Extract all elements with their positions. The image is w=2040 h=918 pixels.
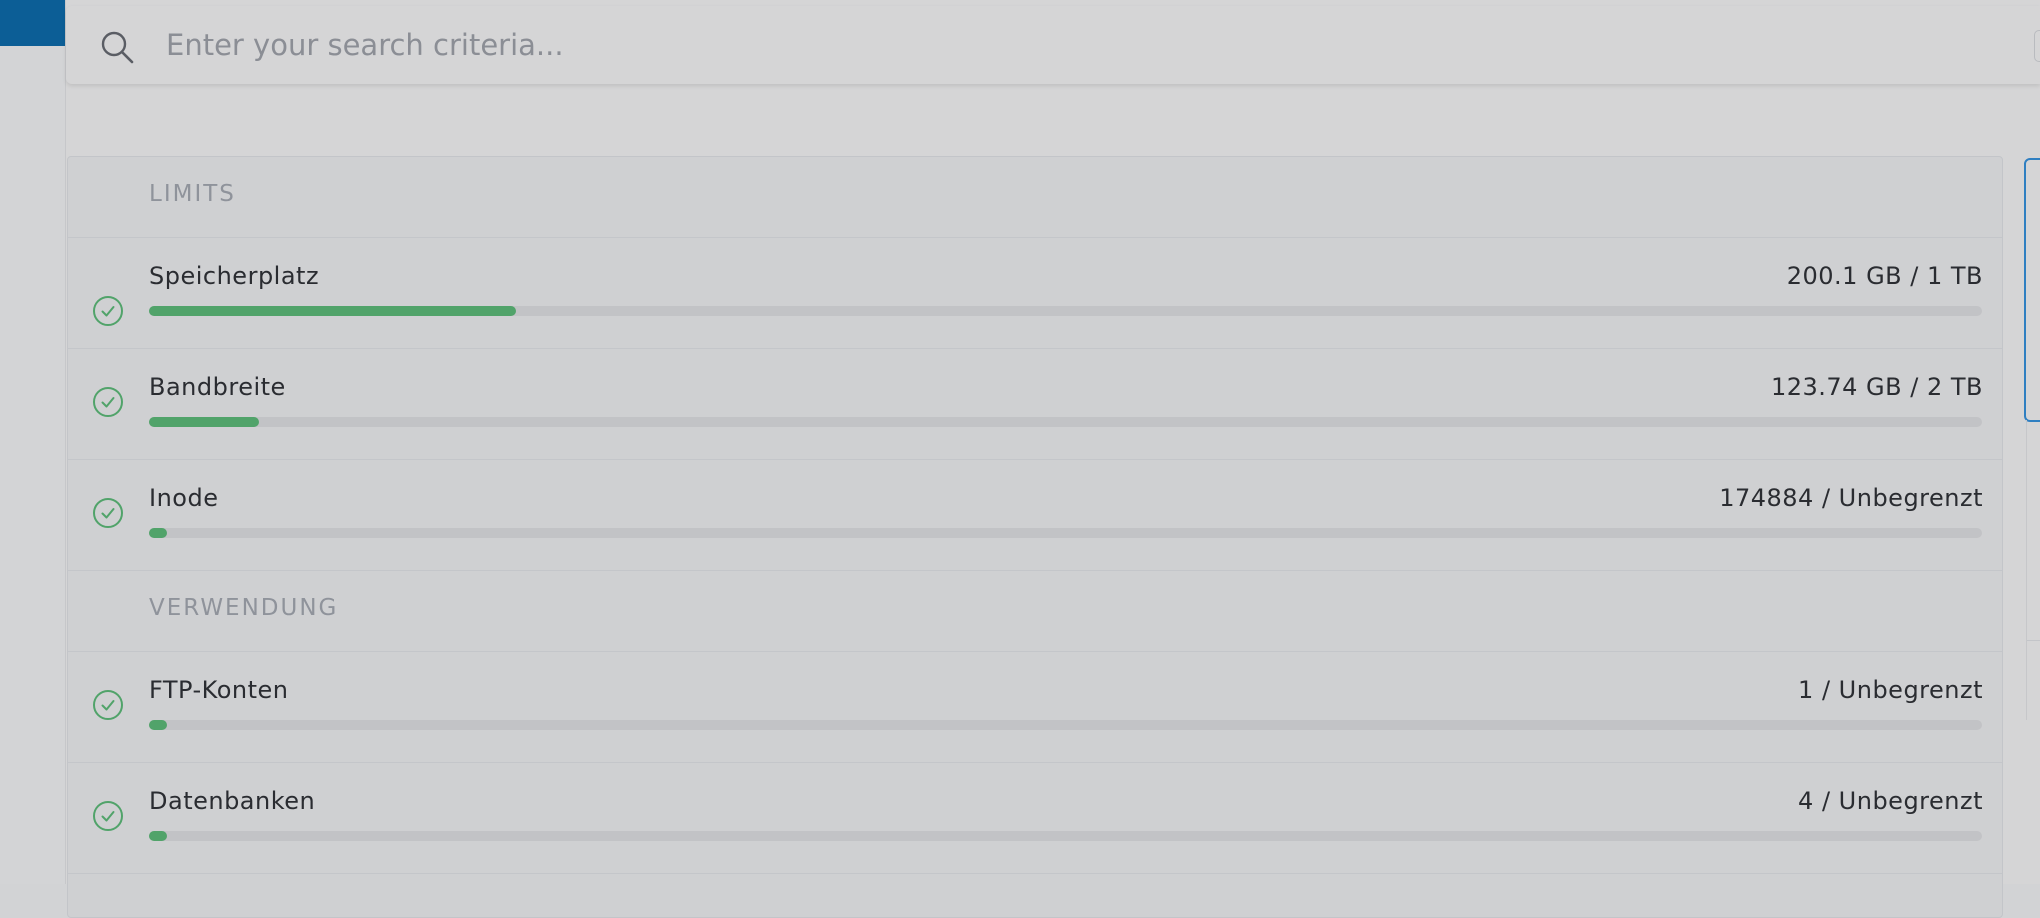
divider (2027, 640, 2040, 641)
search-icon[interactable] (99, 29, 135, 65)
progress-fill (149, 831, 167, 841)
check-circle-icon (93, 801, 123, 831)
search-input[interactable] (166, 22, 1966, 68)
usage-label: Speicherplatz (149, 262, 320, 290)
usage-label: Datenbanken (149, 787, 316, 815)
usage-label: Bandbreite (149, 373, 286, 401)
progress-track (149, 417, 1982, 427)
usage-row-ftp-konten: FTP-Konten 1 / Unbegrenzt (68, 652, 2002, 763)
progress-track (149, 720, 1982, 730)
usage-row-bandbreite: Bandbreite 123.74 GB / 2 TB (68, 349, 2002, 460)
usage-value: 200.1 GB / 1 TB (1786, 262, 1983, 290)
progress-fill (149, 417, 259, 427)
usage-value: 1 / Unbegrenzt (1798, 676, 1983, 704)
usage-row-speicherplatz: Speicherplatz 200.1 GB / 1 TB (68, 238, 2002, 349)
progress-fill (149, 306, 516, 316)
search-bar (66, 6, 2040, 84)
progress-track (149, 831, 1982, 841)
progress-fill (149, 720, 167, 730)
progress-track (149, 306, 1982, 316)
check-circle-icon (93, 498, 123, 528)
resource-usage-card: LIMITS Speicherplatz 200.1 GB / 1 TB Ban… (67, 156, 2003, 918)
usage-label: FTP-Konten (149, 676, 289, 704)
usage-row-datenbanken: Datenbanken 4 / Unbegrenzt (68, 763, 2002, 874)
search-option-button[interactable] (2034, 30, 2040, 62)
progress-fill (149, 528, 167, 538)
usage-value: 4 / Unbegrenzt (1798, 787, 1983, 815)
check-circle-icon (93, 690, 123, 720)
section-title: VERWENDUNG (149, 595, 339, 621)
usage-label: Inode (149, 484, 219, 512)
progress-track (149, 528, 1982, 538)
section-header-verwendung: VERWENDUNG (68, 571, 2002, 652)
section-header-limits: LIMITS (68, 157, 2002, 238)
usage-value: 123.74 GB / 2 TB (1770, 373, 1983, 401)
usage-row-inode: Inode 174884 / Unbegrenzt (68, 460, 2002, 571)
usage-value: 174884 / Unbegrenzt (1719, 484, 1983, 512)
check-circle-icon (93, 387, 123, 417)
check-circle-icon (93, 296, 123, 326)
left-sidebar (0, 46, 65, 884)
section-title: LIMITS (149, 181, 236, 207)
divider (2026, 420, 2027, 720)
side-panel-tab[interactable] (2024, 158, 2040, 422)
